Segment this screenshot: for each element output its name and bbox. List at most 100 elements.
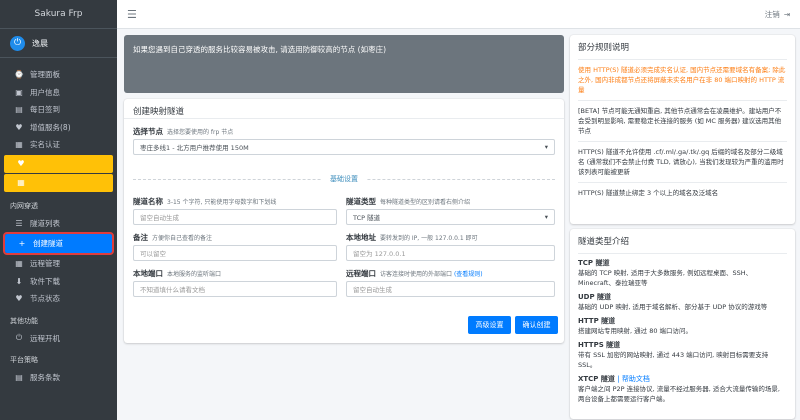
rule-item: HTTP(S) 隧道不允许使用 .cf/.ml/.ga/.tk/.gq 后缀的域… — [578, 142, 787, 183]
sidebar-item-realname[interactable]: ▦ 实名认证 — [2, 136, 115, 154]
basic-settings-divider: 基础设置 — [133, 174, 555, 184]
type-desc: 客户端之间 P2P 连接协议, 流量不经过服务器, 适合大流量传输的场景, 两台… — [578, 385, 780, 403]
sidebar-item-remote-manage[interactable]: ▦ 远程管理 — [2, 255, 115, 273]
remote-icon: ▦ — [15, 259, 23, 269]
remote-port-rules-link[interactable]: (查看规则) — [454, 271, 483, 278]
sidebar-item-label: 管理面板 — [30, 70, 60, 80]
sidebar-item-highlight-1[interactable]: ♥ — [4, 154, 113, 173]
tunnel-type-label: 隧道类型 — [346, 197, 376, 206]
type-name: UDP 隧道 — [578, 293, 612, 301]
sidebar-item-label: 实名认证 — [30, 140, 60, 150]
note-input[interactable]: 可以留空 — [133, 245, 337, 261]
type-desc: 搭建网站专用映射, 通过 80 端口访问。 — [578, 327, 693, 335]
help-doc-link[interactable]: | 帮助文档 — [617, 375, 650, 383]
sidebar-item-highlight-2[interactable]: ▦ — [4, 173, 113, 192]
list-icon: ☰ — [15, 218, 23, 228]
sidebar-item-label: 节点状态 — [30, 294, 60, 304]
type-name: XTCP 隧道 — [578, 375, 615, 383]
user-panel[interactable]: ⏻ 逸晨 — [0, 29, 117, 58]
top-navbar: ☰ 注销 ⇥ — [117, 0, 800, 29]
advanced-settings-button[interactable]: 高级设置 — [468, 316, 511, 334]
note-label: 备注 — [133, 233, 148, 242]
type-desc: 基础的 UDP 映射, 适用于域名解析、部分基于 UDP 协议的游戏等 — [578, 303, 768, 311]
sidebar-item-node-status[interactable]: ♥ 节点状态 — [2, 290, 115, 308]
type-name: HTTPS 隧道 — [578, 341, 621, 349]
sidebar-item-dashboard[interactable]: ⌚ 管理面板 — [2, 66, 115, 84]
sidebar-item-label: 每日签到 — [30, 105, 60, 115]
nav-section-platform: 平台策略 — [10, 356, 38, 364]
idcard-icon: ▦ — [15, 140, 23, 150]
tunnel-type-select[interactable]: TCP 隧道 ▾ — [346, 209, 555, 225]
type-name: HTTP 隧道 — [578, 317, 616, 325]
logout-label: 注销 — [764, 9, 780, 19]
download-icon: ⬇ — [15, 276, 23, 286]
sidebar-item-user-info[interactable]: ▣ 用户信息 — [2, 84, 115, 102]
tunnel-name-group: 隧道名称 3-15 个字符, 只能使用字母数字和下划线 留空自动生成 — [133, 196, 337, 225]
grid-icon: ▦ — [17, 178, 25, 187]
sign-out-icon: ⇥ — [783, 9, 790, 19]
sidebar-item-wake[interactable]: ⏻ 远程开机 — [2, 330, 115, 348]
tunnel-name-input[interactable]: 留空自动生成 — [133, 209, 337, 225]
remote-port-hint-text: 访客连接时使用的外部端口 — [380, 271, 453, 278]
node-select-value: 枣庄多线1 - 北方用户推荐使用 150M — [140, 144, 249, 152]
sidebar-item-vip[interactable]: ♥ 增值服务(8) — [2, 119, 115, 137]
local-port-label: 本地端口 — [133, 269, 163, 278]
rule-item: 使用 HTTP(S) 隧道必须完成实名认证, 国内节点还需要域名有备案; 除此之… — [578, 60, 787, 101]
hamburger-menu-icon[interactable]: ☰ — [127, 8, 137, 21]
local-port-group: 本地端口 本地服务的监听端口 不知道填什么请看文档 — [133, 268, 337, 297]
id-card-icon: ▣ — [15, 87, 23, 97]
document-icon: ▤ — [15, 373, 23, 383]
local-port-placeholder: 不知道填什么请看文档 — [140, 286, 205, 294]
tunnel-type-group: 隧道类型 每种隧道类型的区别请看右侧介绍 TCP 隧道 ▾ — [346, 196, 555, 225]
rule-item: HTTP(S) 隧道禁止绑定 3 个以上的域名及泛域名 — [578, 189, 719, 197]
local-address-placeholder: 留空为 127.0.0.1 — [353, 250, 406, 258]
nav-section-other: 其他功能 — [10, 316, 38, 325]
sidebar-item-label: 创建隧道 — [33, 239, 63, 248]
remote-port-hint: 访客连接时使用的外部端口 (查看规则) — [380, 271, 483, 278]
rules-title: 部分规则说明 — [578, 39, 787, 60]
sidebar-item-label: 增值服务(8) — [30, 122, 71, 132]
rule-item: [BETA] 节点可能无通知重启, 其他节点通常会在凌晨维护。建站用户不会受到明… — [578, 101, 787, 142]
chevron-down-icon: ▾ — [544, 213, 548, 221]
type-desc: 基础的 TCP 映射, 适用于大多数服务, 例如远程桌面、SSH、Minecra… — [578, 269, 753, 287]
sidebar-item-terms[interactable]: ▤ 服务条款 — [2, 369, 115, 387]
remote-port-input[interactable]: 留空自动生成 — [346, 281, 555, 297]
note-placeholder: 可以留空 — [140, 250, 166, 258]
sidebar-item-download[interactable]: ⬇ 软件下载 — [2, 273, 115, 291]
power-icon: ⏻ — [10, 35, 25, 51]
create-tunnel-card: 创建映射隧道 选择节点 选择您要使用的 frp 节点 枣庄多线1 - 北方用户推荐… — [124, 99, 564, 343]
note-hint: 方便你自己查看的备注 — [152, 235, 213, 242]
local-address-group: 本地地址 要转发到的 IP, 一般 127.0.0.1 即可 留空为 127.0.… — [346, 232, 555, 261]
basic-settings-label: 基础设置 — [322, 175, 366, 183]
tunnel-type-hint: 每种隧道类型的区别请看右侧介绍 — [380, 199, 471, 206]
heartbeat-icon: ♥ — [15, 294, 23, 304]
local-port-input[interactable]: 不知道填什么请看文档 — [133, 281, 337, 297]
sidebar-nav: ⌚ 管理面板 ▣ 用户信息 ▤ 每日签到 ♥ 增值服务(8) ▦ 实名认证 ♥ ▦ 内网穿… — [0, 58, 117, 387]
logout-button[interactable]: 注销 ⇥ — [765, 9, 790, 20]
tunnel-name-hint: 3-15 个字符, 只能使用字母数字和下划线 — [167, 199, 277, 206]
type-name-row: XTCP 隧道 | 帮助文档 — [578, 374, 787, 384]
sidebar-item-label: 远程管理 — [30, 259, 60, 269]
confirm-create-button[interactable]: 确认创建 — [515, 316, 558, 334]
sidebar-item-label: 服务条款 — [30, 373, 60, 383]
tunnel-type-value: TCP 隧道 — [353, 214, 381, 222]
sidebar: Sakura Frp ⏻ 逸晨 ⌚ 管理面板 ▣ 用户信息 ▤ 每日签到 ♥ 增值服务(… — [0, 0, 117, 420]
nav-section-tunnel: 内网穿透 — [10, 201, 38, 210]
node-select-group: 选择节点 选择您要使用的 frp 节点 枣庄多线1 - 北方用户推荐使用 150M… — [133, 126, 555, 155]
node-hint: 选择您要使用的 frp 节点 — [167, 129, 234, 136]
rules-card: 部分规则说明 使用 HTTP(S) 隧道必须完成实名认证, 国内节点还需要域名有… — [570, 35, 795, 224]
diamond-icon: ♥ — [15, 122, 23, 132]
remote-port-group: 远程端口 访客连接时使用的外部端口 (查看规则) 留空自动生成 — [346, 268, 555, 297]
notice-alert: 如果您遇到自己穿透的服务比较容易被攻击, 请选用防御较高的节点 (如枣庄) — [124, 35, 564, 93]
sidebar-item-signin[interactable]: ▤ 每日签到 — [2, 101, 115, 119]
plus-icon: + — [18, 239, 26, 248]
node-select[interactable]: 枣庄多线1 - 北方用户推荐使用 150M ▾ — [133, 139, 555, 155]
type-name: TCP 隧道 — [578, 259, 610, 267]
sidebar-item-tunnel-list[interactable]: ☰ 隧道列表 — [2, 215, 115, 233]
sidebar-item-label: 用户信息 — [30, 87, 60, 97]
type-desc: 带有 SSL 加密的网站映射, 通过 443 端口访问, 映射目标需要支持 SS… — [578, 351, 769, 369]
local-address-input[interactable]: 留空为 127.0.0.1 — [346, 245, 555, 261]
brand-title[interactable]: Sakura Frp — [0, 0, 117, 29]
sidebar-item-create-tunnel[interactable]: + 创建隧道 — [3, 232, 114, 255]
heart-icon: ♥ — [17, 159, 25, 168]
